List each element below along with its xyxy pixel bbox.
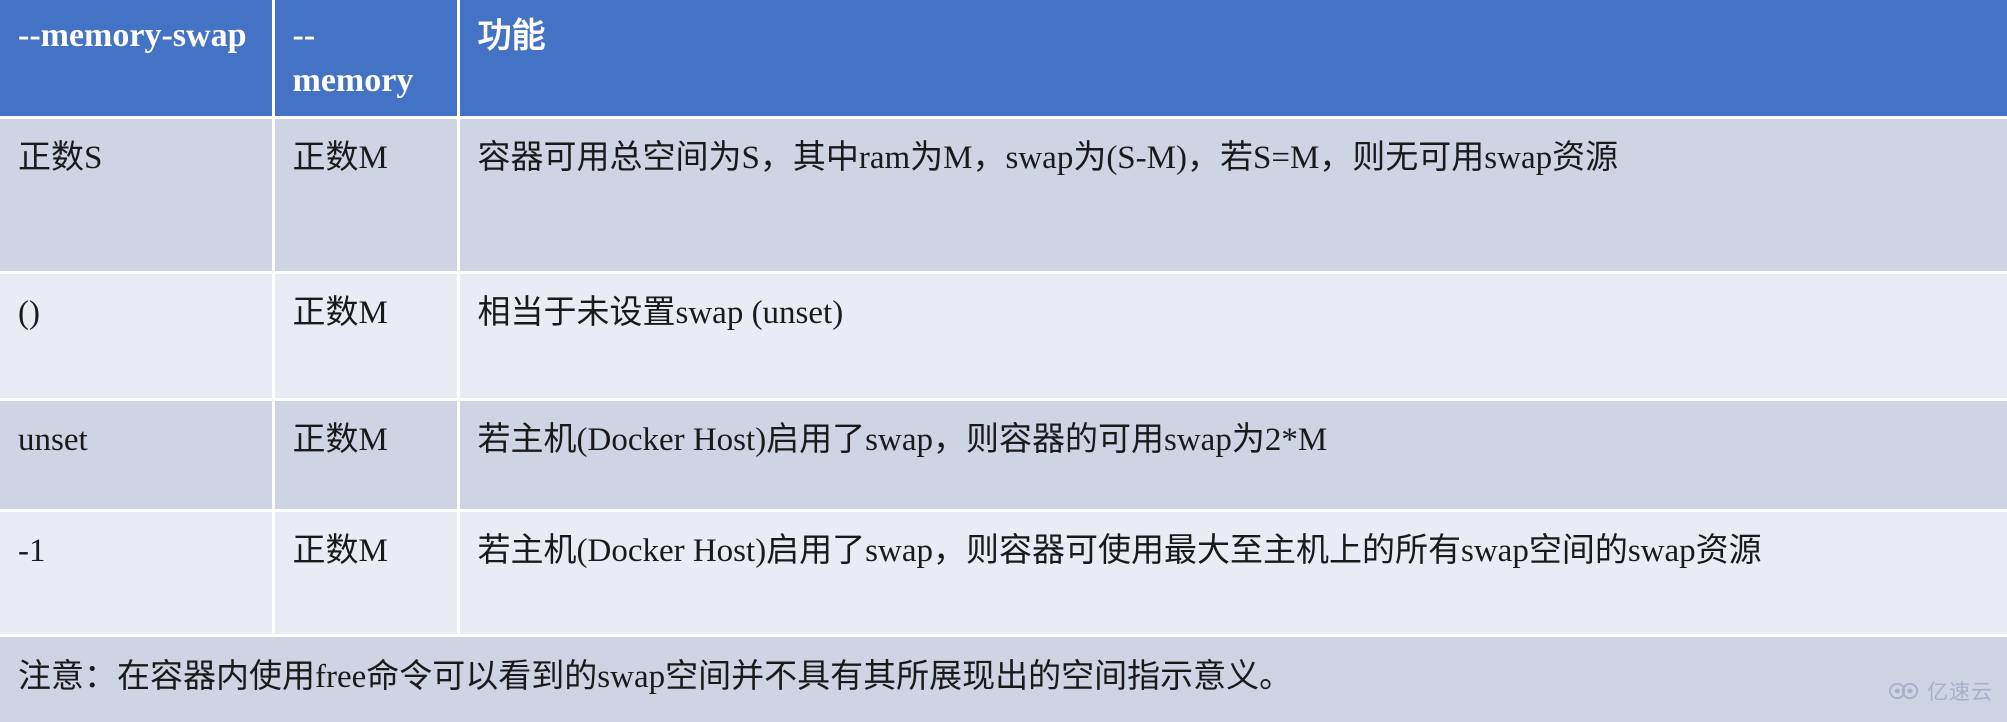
cloud-icon (1887, 680, 1921, 702)
column-header-memory-swap-label: --memory-swap (18, 17, 247, 54)
cell-function: 容器可用总空间为S，其中ram为M，swap为(S-M)，若S=M，则无可用sw… (458, 117, 2007, 274)
cell-memory-text: 正数M (292, 294, 388, 331)
table-row: 正数S 正数M 容器可用总空间为S，其中ram为M，swap为(S-M)，若S=… (0, 117, 2007, 274)
cell-function-text: 若主机(Docker Host)启用了swap，则容器可使用最大至主机上的所有s… (477, 532, 1762, 569)
table-row: unset 正数M 若主机(Docker Host)启用了swap，则容器的可用… (0, 399, 2007, 512)
cell-memory: 正数M (273, 117, 460, 274)
note-text: 注意：在容器内使用free命令可以看到的swap空间并不具有其所展现出的空间指示… (18, 658, 1293, 695)
cell-memory-swap-text: () (18, 294, 40, 331)
cell-function-text: 容器可用总空间为S，其中ram为M，swap为(S-M)，若S=M，则无可用sw… (477, 139, 1619, 176)
slide-canvas: --memory-swap -- memory 功能 正数S 正数M 容器可用总… (0, 0, 2007, 722)
cell-memory-swap-text: 正数S (18, 139, 103, 176)
column-header-function: 功能 (458, 0, 2007, 119)
table-row: -1 正数M 若主机(Docker Host)启用了swap，则容器可使用最大至… (0, 510, 2007, 637)
cell-memory-swap: () (0, 272, 275, 401)
cell-memory-swap: unset (0, 399, 275, 512)
cell-memory-swap: -1 (0, 510, 275, 637)
cell-function: 若主机(Docker Host)启用了swap，则容器的可用swap为2*M (458, 399, 2007, 512)
column-header-function-label: 功能 (477, 16, 546, 56)
column-header-memory-swap: --memory-swap (0, 0, 275, 119)
cell-memory-swap-text: -1 (18, 532, 46, 569)
swap-options-table: --memory-swap -- memory 功能 正数S 正数M 容器可用总… (0, 0, 2007, 722)
swap-options-table-wrapper: --memory-swap -- memory 功能 正数S 正数M 容器可用总… (0, 0, 2007, 722)
cell-memory-swap: 正数S (0, 117, 275, 274)
cell-memory: 正数M (273, 272, 460, 401)
table-body: 正数S 正数M 容器可用总空间为S，其中ram为M，swap为(S-M)，若S=… (0, 117, 2007, 722)
watermark: 亿速云 (1881, 672, 1999, 710)
table-note-row: 注意：在容器内使用free命令可以看到的swap空间并不具有其所展现出的空间指示… (0, 635, 2007, 722)
column-header-memory: -- memory (273, 0, 460, 119)
column-header-memory-label-line2: memory (292, 61, 414, 99)
cell-memory-text: 正数M (292, 532, 388, 569)
cell-memory: 正数M (273, 399, 460, 512)
cell-note: 注意：在容器内使用free命令可以看到的swap空间并不具有其所展现出的空间指示… (0, 635, 2007, 722)
table-header-row: --memory-swap -- memory 功能 (0, 0, 2007, 119)
column-header-memory-label-line1: -- (292, 17, 316, 54)
cell-function-text: 若主机(Docker Host)启用了swap，则容器的可用swap为2*M (477, 421, 1328, 458)
cell-function: 若主机(Docker Host)启用了swap，则容器可使用最大至主机上的所有s… (458, 510, 2007, 637)
cell-memory-text: 正数M (292, 421, 388, 458)
watermark-label: 亿速云 (1927, 680, 1993, 704)
cell-function-text: 相当于未设置swap (unset) (477, 294, 844, 331)
cell-memory-text: 正数M (292, 139, 388, 176)
cell-function: 相当于未设置swap (unset) (458, 272, 2007, 401)
table-row: () 正数M 相当于未设置swap (unset) (0, 272, 2007, 401)
cell-memory-swap-text: unset (18, 421, 88, 458)
table-header: --memory-swap -- memory 功能 (0, 0, 2007, 119)
cell-memory: 正数M (273, 510, 460, 637)
